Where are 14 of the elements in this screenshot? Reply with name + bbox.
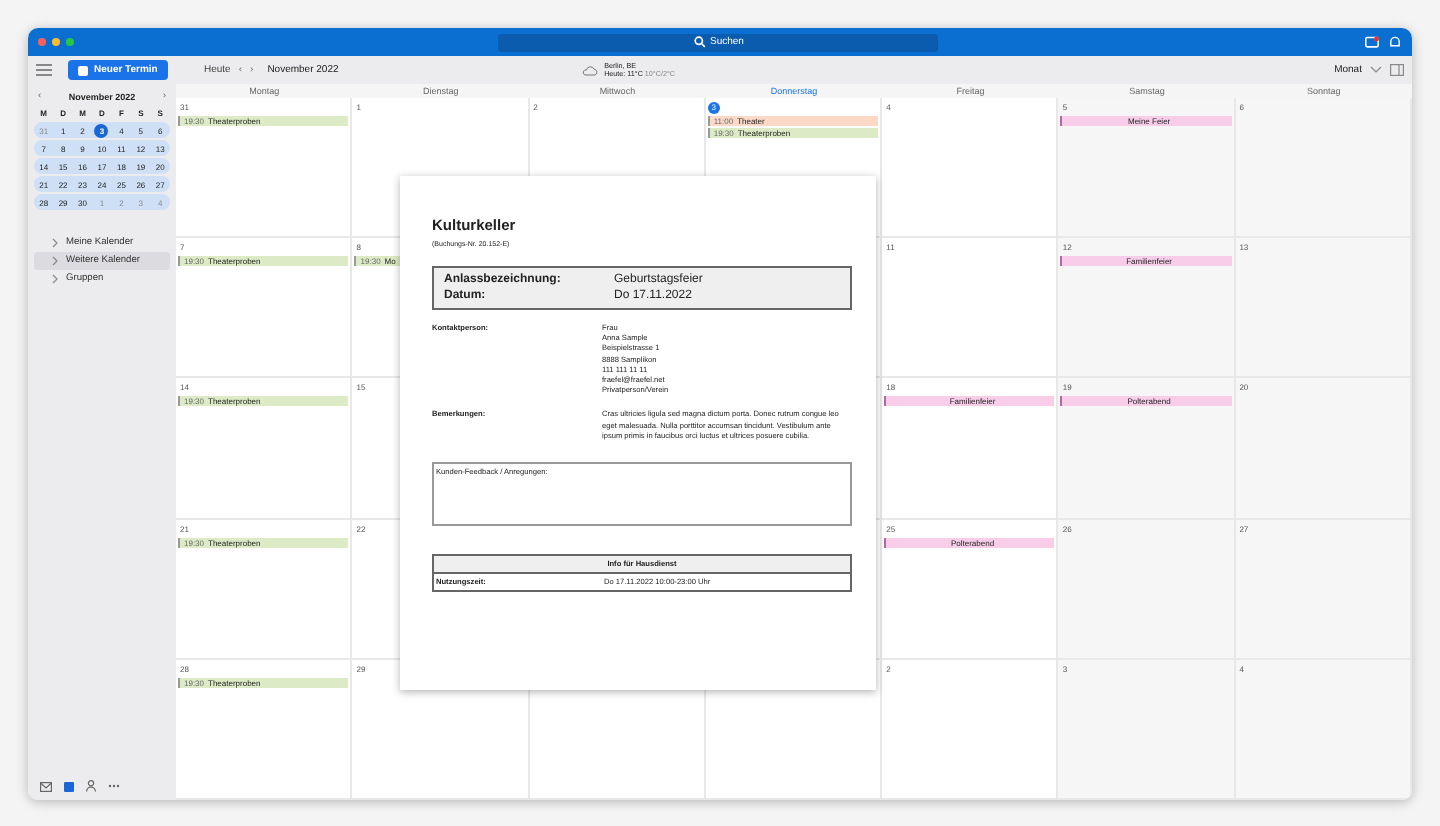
cloud-icon	[582, 65, 599, 75]
minimize-button[interactable]	[52, 38, 60, 46]
chevron-down-icon[interactable]	[1369, 66, 1382, 74]
mail-icon[interactable]	[40, 781, 52, 791]
calendar-icon	[78, 65, 88, 75]
person-icon[interactable]	[86, 780, 96, 792]
close-button[interactable]	[38, 38, 46, 46]
sidebar-toggle-icon[interactable]	[36, 64, 52, 76]
bell-icon[interactable]	[1388, 35, 1402, 49]
chat-icon[interactable]	[1364, 35, 1380, 49]
zoom-button[interactable]	[66, 38, 74, 46]
sidebar-icon[interactable]	[1389, 64, 1404, 76]
calendar-icon[interactable]	[64, 781, 74, 791]
search-icon	[694, 36, 706, 48]
